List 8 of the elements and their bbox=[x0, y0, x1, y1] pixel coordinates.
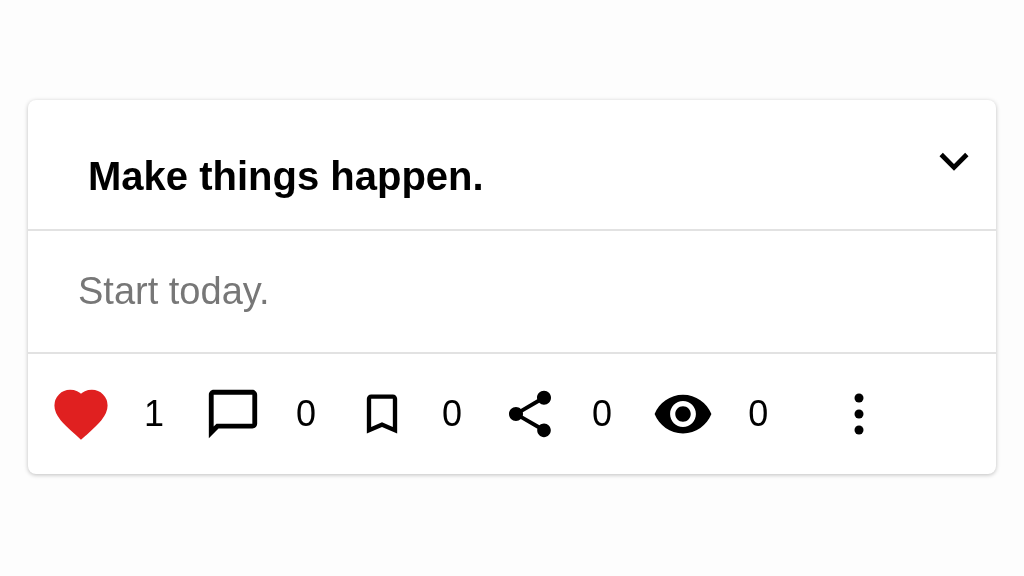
post-subtitle: Start today. bbox=[78, 270, 270, 313]
count-label: 0 bbox=[748, 393, 769, 435]
count-label: 0 bbox=[592, 393, 613, 435]
count-label: 1 bbox=[144, 393, 165, 435]
count-label: 0 bbox=[442, 393, 463, 435]
more-icon[interactable] bbox=[854, 392, 865, 436]
post-title: Make things happen. bbox=[88, 154, 484, 199]
count-label: 0 bbox=[296, 393, 317, 435]
